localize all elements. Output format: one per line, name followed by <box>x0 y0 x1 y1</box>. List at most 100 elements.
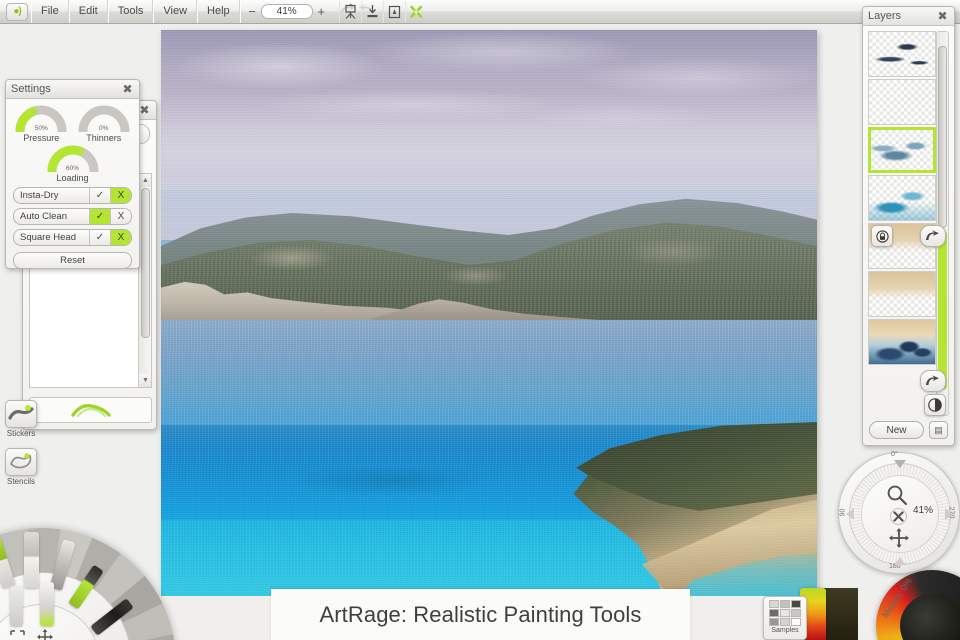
layer-thumbnail <box>869 176 935 220</box>
insta-dry-cross-button[interactable]: X <box>110 188 131 203</box>
layer-sky-sand-2[interactable] <box>868 271 936 317</box>
tool-wheel[interactable]: T 8% <box>0 528 176 640</box>
navigator-wheel[interactable]: 41% 0° 90 180 270 <box>838 451 960 574</box>
color-picker-dark-field[interactable] <box>824 588 858 640</box>
layer-empty[interactable] <box>868 79 936 125</box>
layers-title: Layers <box>868 10 902 22</box>
sample-swatch[interactable] <box>791 609 801 617</box>
layer-thumbnail <box>869 272 935 316</box>
select-tool[interactable] <box>4 624 30 640</box>
square-head-cross-button[interactable]: X <box>110 230 131 245</box>
import-image-icon[interactable] <box>360 0 383 23</box>
scrollbar-thumb[interactable] <box>141 188 150 338</box>
auto-clean-cross-button[interactable]: X <box>110 209 131 224</box>
close-icon[interactable]: ✖ <box>121 83 134 96</box>
sample-swatch[interactable] <box>791 618 801 626</box>
layer-ink-wave-top[interactable] <box>868 31 936 77</box>
caption-bar: ArtRage: Realistic Painting Tools <box>271 589 690 640</box>
sample-swatch[interactable] <box>780 618 790 626</box>
stickers-tool[interactable]: Stickers <box>4 400 38 438</box>
lock-icon[interactable] <box>871 225 893 247</box>
rotation-marker-bottom[interactable] <box>894 557 906 565</box>
rotation-marker-top[interactable] <box>894 460 906 468</box>
reference-image-icon[interactable] <box>382 0 405 23</box>
canvas-artwork <box>161 30 817 596</box>
airbrush-icon[interactable] <box>40 582 54 626</box>
menu-item-view[interactable]: View <box>153 0 198 23</box>
layer-thumbnail <box>871 130 933 170</box>
magnifier-icon[interactable] <box>886 484 908 511</box>
menu-item-edit[interactable]: Edit <box>68 0 108 23</box>
easel-icon[interactable] <box>338 0 361 23</box>
zoom-in-button[interactable]: + <box>316 4 327 19</box>
sample-swatch[interactable] <box>791 600 801 608</box>
option-insta-dry: Insta-Dry ✓ X <box>13 187 132 204</box>
scraps-icon[interactable] <box>404 0 427 23</box>
option-auto-clean: Auto Clean ✓ X <box>13 208 132 225</box>
stencils-tool[interactable]: Stencils <box>4 448 38 486</box>
layer-wave-sketch[interactable] <box>868 127 936 173</box>
layers-scrollbar[interactable] <box>936 31 949 416</box>
scroll-down-icon[interactable]: ▼ <box>139 374 151 387</box>
layer-composite[interactable] <box>868 319 936 365</box>
samples-label: Samples <box>771 627 799 634</box>
thinners-value: 0% <box>99 125 109 132</box>
paint-brush-icon[interactable] <box>10 586 23 626</box>
sample-swatch[interactable] <box>769 600 779 608</box>
auto-clean-label: Auto Clean <box>20 211 68 222</box>
layers-panel: Layers ✖ New ▤ <box>862 6 955 446</box>
reset-button[interactable]: Reset <box>13 252 132 269</box>
scroll-up-icon[interactable]: ▲ <box>139 174 151 187</box>
zoom-out-button[interactable]: − <box>247 4 258 19</box>
insta-dry-label: Insta-Dry <box>20 190 59 201</box>
rotation-marker-left[interactable] <box>846 508 854 520</box>
zoom-control: − 41% + <box>239 0 333 23</box>
pressure-dial[interactable]: 50% Pressure <box>14 105 68 143</box>
settings-titlebar: Settings ✖ <box>6 80 139 99</box>
rotation-marker-right[interactable] <box>945 508 953 520</box>
menu-item-tools[interactable]: Tools <box>107 0 154 23</box>
loading-arc: 60% <box>47 145 99 172</box>
samples-panel[interactable]: Samples <box>763 596 807 640</box>
thinners-label: Thinners <box>86 133 122 143</box>
layer-list[interactable] <box>868 31 938 416</box>
square-head-check-button[interactable]: ✓ <box>89 230 110 245</box>
sample-swatch[interactable] <box>780 600 790 608</box>
brush-stroke-preview <box>29 397 152 423</box>
menu-item-help[interactable]: Help <box>197 0 240 23</box>
sample-swatch[interactable] <box>780 609 790 617</box>
option-square-head: Square Head ✓ X <box>13 229 132 246</box>
thinners-dial[interactable]: 0% Thinners <box>77 105 131 143</box>
color-picker-inner-disc[interactable] <box>900 594 960 640</box>
layer-thumbnail <box>869 32 935 76</box>
reset-view-icon[interactable] <box>890 508 907 525</box>
insta-dry-check-button[interactable]: ✓ <box>89 188 110 203</box>
scrollbar-thumb[interactable] <box>938 46 947 228</box>
auto-clean-check-button[interactable]: ✓ <box>89 209 110 224</box>
layer-wave-blue[interactable] <box>868 175 936 221</box>
palette-knife-icon[interactable] <box>24 532 39 588</box>
caption-text: ArtRage: Realistic Painting Tools <box>319 601 642 627</box>
layer-menu-button[interactable]: ▤ <box>929 421 948 439</box>
zoom-value-field[interactable]: 41% <box>260 4 313 19</box>
blend-mode-icon[interactable] <box>920 225 946 247</box>
paint-tube-icon[interactable] <box>0 535 16 589</box>
pan-icon[interactable] <box>889 528 909 553</box>
pressure-value: 50% <box>34 125 48 132</box>
transform-tool[interactable] <box>32 624 58 640</box>
menu-bar: ●) File Edit Tools View Help − 41% + <box>0 0 960 24</box>
sample-swatch[interactable] <box>769 609 779 617</box>
sample-swatch[interactable] <box>769 618 779 626</box>
scrollbar-track-highlight <box>938 230 947 390</box>
loading-dial[interactable]: 60% Loading <box>46 145 100 183</box>
close-icon[interactable]: ✖ <box>936 10 949 23</box>
artrage-logo-icon[interactable]: ●) <box>6 2 28 21</box>
opacity-icon[interactable] <box>924 394 946 416</box>
samples-grid[interactable] <box>764 600 806 626</box>
color-picker-wheel[interactable] <box>876 570 960 640</box>
layer-rotate-icon[interactable] <box>920 370 946 392</box>
painting-canvas[interactable] <box>161 30 817 596</box>
new-layer-button[interactable]: New <box>869 421 924 439</box>
degree-label-0: 0° <box>891 451 898 458</box>
menu-item-file[interactable]: File <box>31 0 69 23</box>
